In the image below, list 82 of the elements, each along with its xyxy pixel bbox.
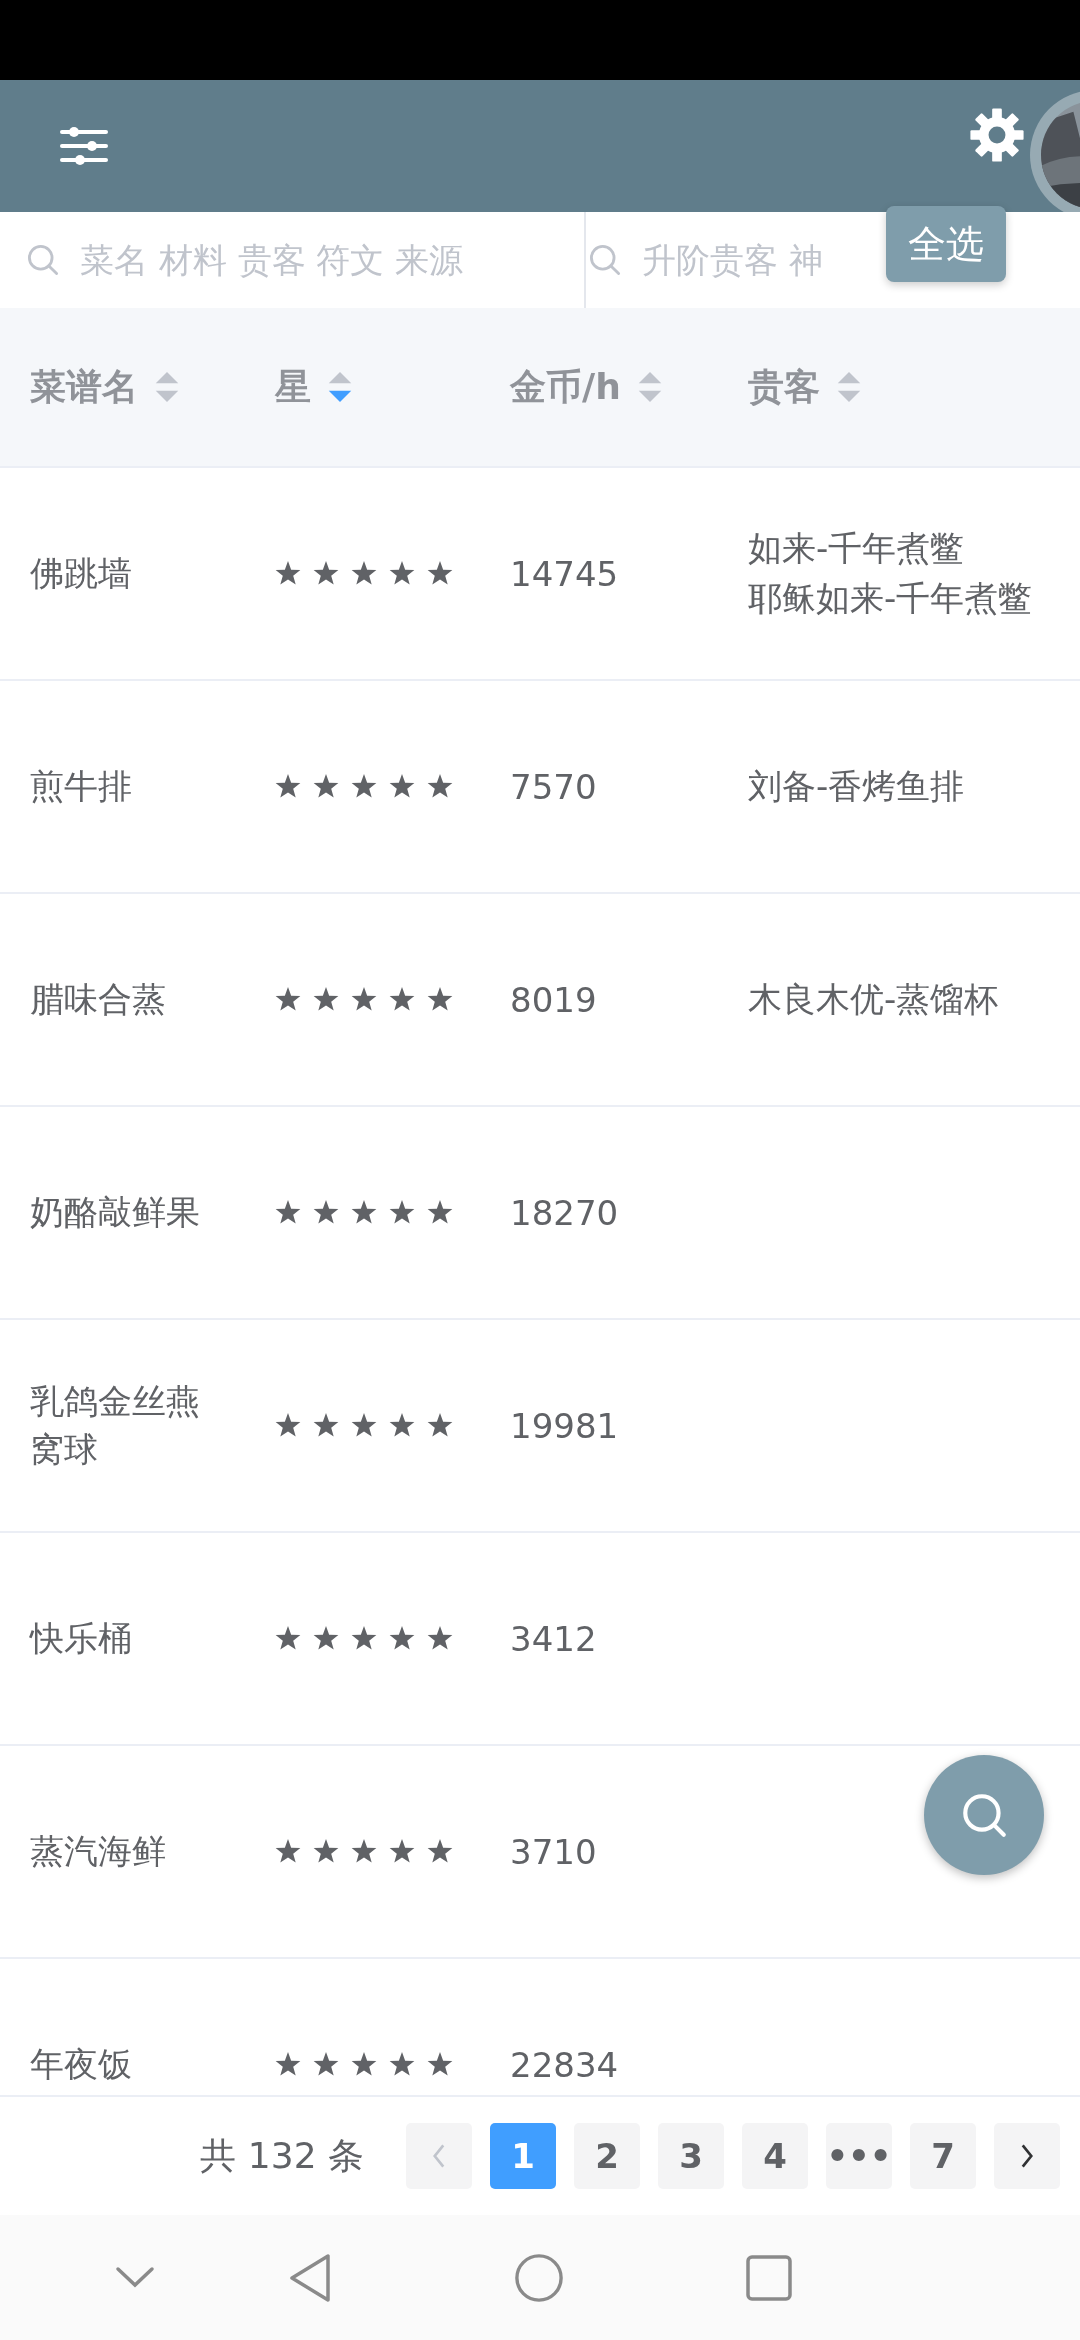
star-icon: [351, 2051, 377, 2078]
star-icon: [389, 560, 415, 587]
star-icon: [275, 560, 301, 587]
coin-rate: 22834: [510, 2044, 619, 2085]
star-icon: [427, 986, 453, 1013]
chevron-down-icon[interactable]: [115, 2265, 155, 2290]
recipe-name: 腊味合蒸: [30, 977, 167, 1021]
guest-name: 刘备-香烤鱼排: [748, 764, 966, 808]
coin-rate: 3710: [510, 1831, 597, 1872]
star-icon: [427, 1412, 453, 1439]
coin-rate: 8019: [510, 979, 597, 1020]
star-icon: [389, 986, 415, 1013]
star-icon: [275, 773, 301, 800]
settings-icon[interactable]: [968, 106, 1026, 164]
star-icon: [389, 2051, 415, 2078]
star-icon: [313, 560, 339, 587]
star-icon: [351, 986, 377, 1013]
recipe-name: 蒸汽海鲜: [30, 1829, 167, 1873]
star-icon: [351, 560, 377, 587]
star-icon: [313, 2051, 339, 2078]
search-icon: [588, 243, 622, 277]
page-button[interactable]: 4: [742, 2123, 808, 2189]
star-icon: [313, 1412, 339, 1439]
star-icon: [275, 986, 301, 1013]
star-icon: [427, 773, 453, 800]
star-icon: [313, 773, 339, 800]
page-button[interactable]: 2: [574, 2123, 640, 2189]
star-icon: [389, 1199, 415, 1226]
coin-rate: 7570: [510, 766, 597, 807]
column-header[interactable]: 菜谱名: [30, 362, 138, 412]
total-count: 共 132 条: [200, 2133, 364, 2178]
star-icon: [275, 1838, 301, 1865]
guest-name: 耶稣如来-千年煮鳖: [748, 576, 1034, 620]
sliders-icon[interactable]: [60, 126, 108, 166]
page-button[interactable]: •••: [826, 2123, 892, 2189]
star-icon: [427, 1199, 453, 1226]
star-icon: [427, 2051, 453, 2078]
star-icon: [275, 1199, 301, 1226]
star-icon: [351, 1199, 377, 1226]
star-icon: [427, 1838, 453, 1865]
page-button[interactable]: 1: [490, 2123, 556, 2189]
star-icon: [389, 773, 415, 800]
recents-icon[interactable]: [745, 2253, 793, 2302]
recipe-name: 奶酪敲鲜果: [30, 1190, 201, 1234]
back-icon[interactable]: [288, 2251, 332, 2304]
star-icon: [427, 560, 453, 587]
star-icon: [275, 1625, 301, 1652]
search-icon: [26, 243, 60, 277]
coin-rate: 18270: [510, 1192, 619, 1233]
page-button[interactable]: 3: [658, 2123, 724, 2189]
star-icon: [351, 1412, 377, 1439]
recipe-name: 佛跳墙: [30, 551, 133, 595]
recipe-name: 煎牛排: [30, 764, 133, 808]
coin-rate: 14745: [510, 553, 619, 594]
star-icon: [389, 1412, 415, 1439]
star-icon: [275, 2051, 301, 2078]
search-field[interactable]: 菜名 材料 贵客 符文 来源: [78, 239, 562, 281]
star-icon: [275, 1412, 301, 1439]
star-icon: [313, 1625, 339, 1652]
select-all-button[interactable]: 全选: [886, 206, 1006, 282]
guest-name: 如来-千年煮鳖: [748, 527, 966, 571]
star-icon: [427, 1625, 453, 1652]
page-button[interactable]: 7: [910, 2123, 976, 2189]
star-icon: [313, 1838, 339, 1865]
coin-rate: 19981: [510, 1405, 619, 1446]
star-icon: [351, 1838, 377, 1865]
star-icon: [389, 1838, 415, 1865]
recipe-name: 乳鸽金丝燕窝球: [30, 1379, 201, 1471]
coin-rate: 3412: [510, 1618, 597, 1659]
column-header[interactable]: 贵客: [748, 362, 820, 412]
star-icon: [313, 1199, 339, 1226]
star-icon: [351, 1625, 377, 1652]
column-header[interactable]: 星: [275, 362, 311, 412]
home-icon[interactable]: [514, 2252, 564, 2303]
search-button[interactable]: [924, 1755, 1044, 1875]
guest-name: 木良木优-蒸馏杯: [748, 977, 1000, 1021]
recipe-name: 年夜饭: [30, 2042, 133, 2086]
star-icon: [351, 773, 377, 800]
star-icon: [313, 986, 339, 1013]
column-header[interactable]: 金币/h: [510, 362, 621, 412]
recipe-name: 快乐桶: [30, 1616, 133, 1660]
star-icon: [389, 1625, 415, 1652]
